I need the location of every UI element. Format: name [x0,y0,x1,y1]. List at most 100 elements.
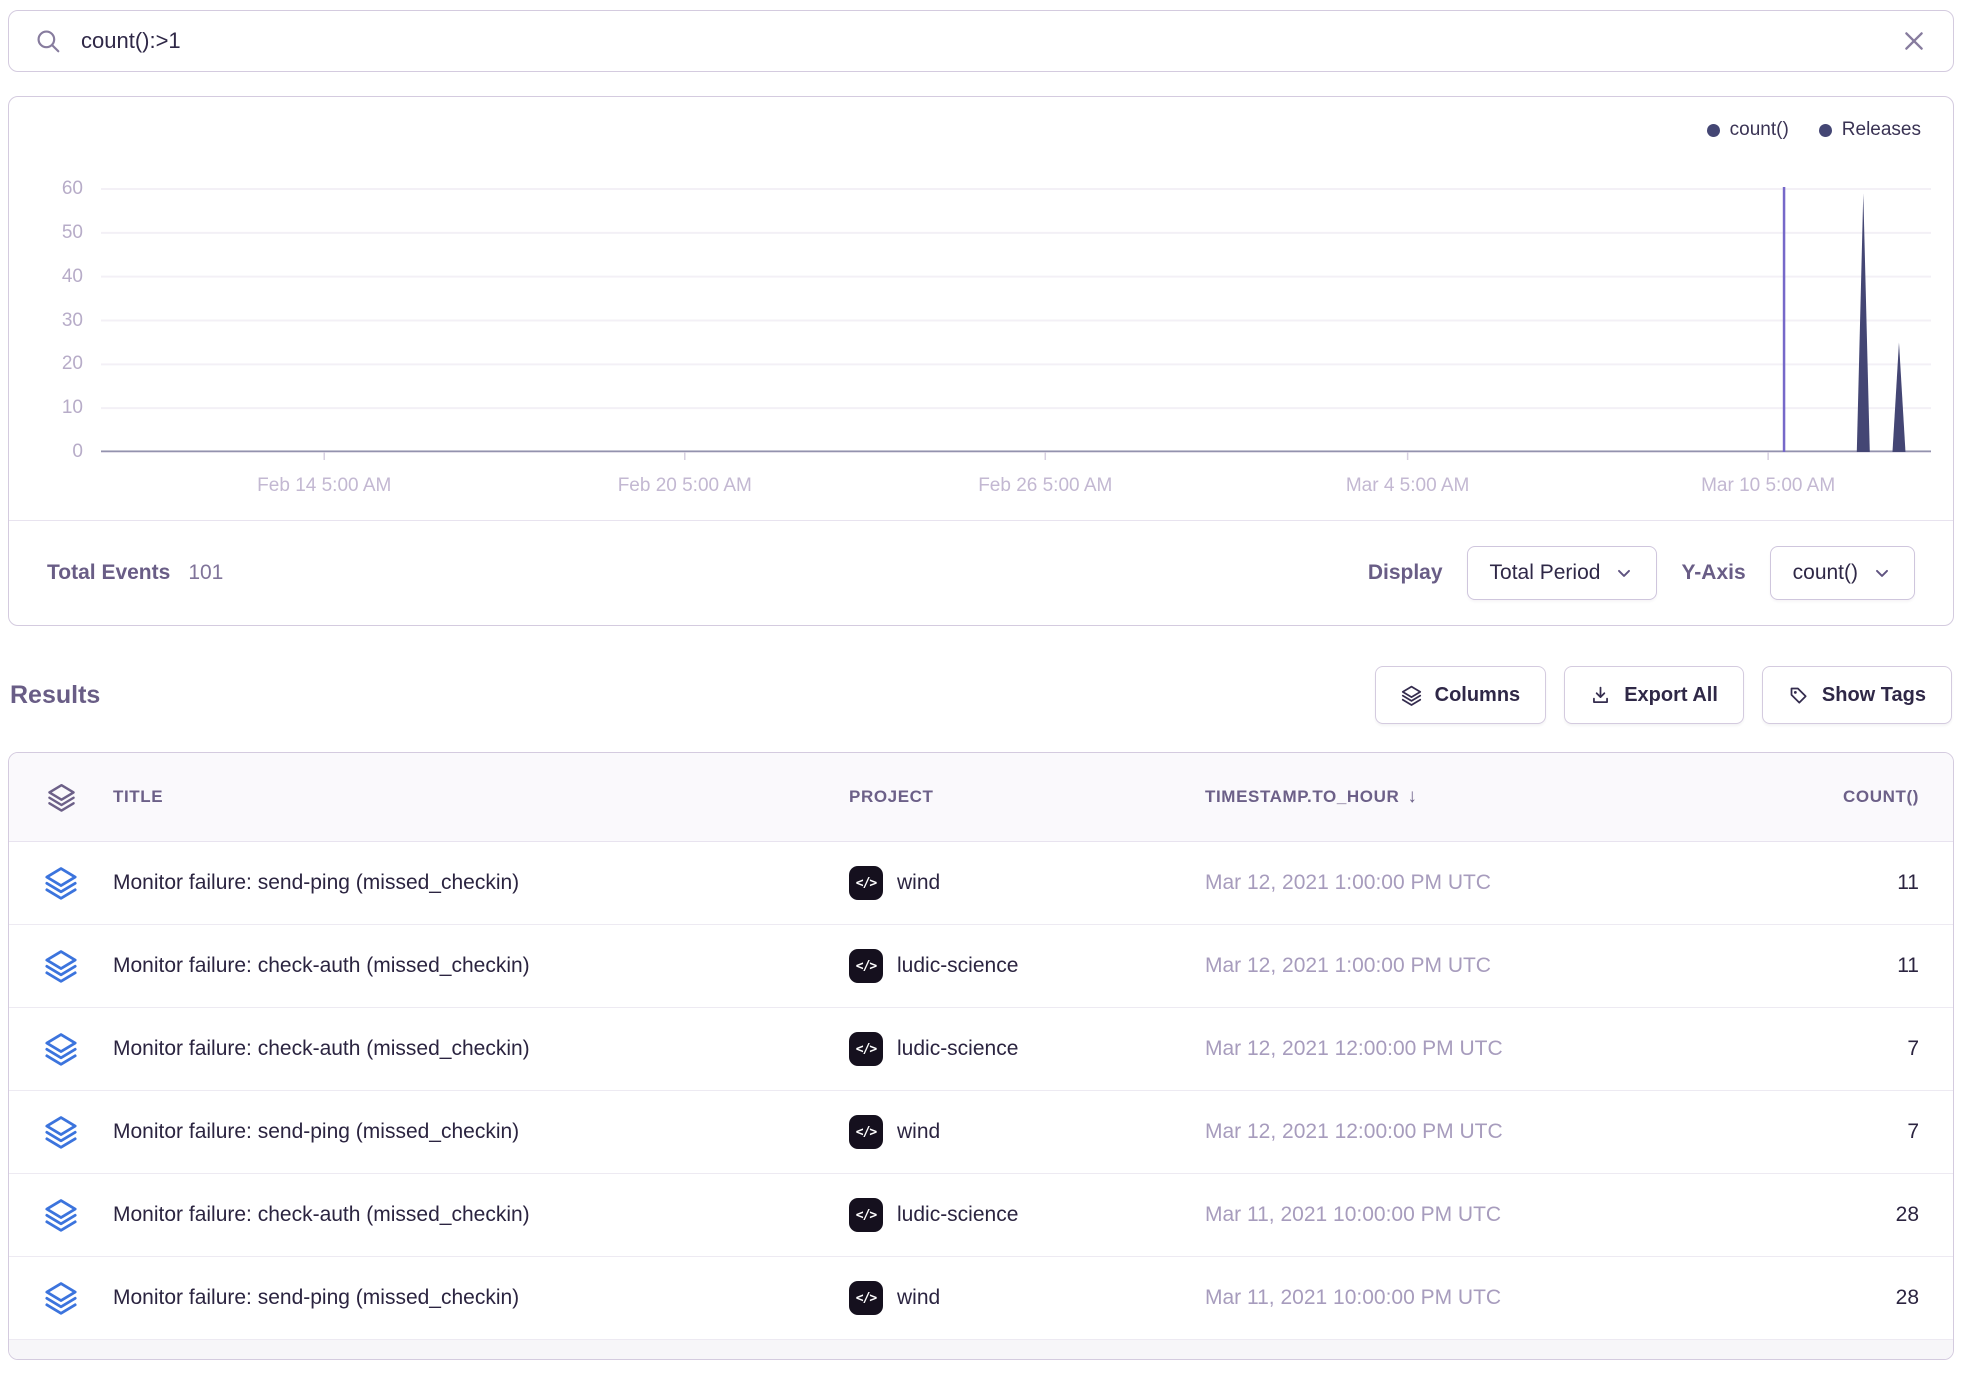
table-header-row: TITLE PROJECT TIMESTAMP.TO_HOUR ↓ COUNT(… [9,753,1953,842]
y-axis-label: 30 [9,309,83,333]
chevron-down-icon [1872,563,1892,583]
project-name: ludic-science [897,954,1018,978]
event-count: 28 [1799,1203,1953,1227]
table-row[interactable]: Monitor failure: send-ping (missed_check… [9,1257,1953,1340]
project-name: wind [897,1286,940,1310]
y-axis-label: 0 [9,440,83,464]
column-header-title[interactable]: TITLE [113,787,849,807]
layers-icon [44,866,78,900]
tag-icon [1788,685,1809,706]
table-row[interactable]: Monitor failure: check-auth (missed_chec… [9,1174,1953,1257]
layers-icon [44,1198,78,1232]
export-all-button[interactable]: Export All [1564,666,1744,724]
results-table: TITLE PROJECT TIMESTAMP.TO_HOUR ↓ COUNT(… [8,752,1954,1360]
search-icon [35,28,61,54]
event-title-link[interactable]: Monitor failure: send-ping (missed_check… [113,871,849,895]
event-timestamp: Mar 12, 2021 1:00:00 PM UTC [1205,871,1491,895]
export-all-button-label: Export All [1624,684,1718,707]
y-axis-label: 60 [9,177,83,201]
layers-icon [44,1032,78,1066]
chart-footer: Total Events 101 Display Total Period Y-… [9,520,1953,625]
project-code-icon: </> [849,1198,883,1232]
x-axis-label: Feb 20 5:00 AM [618,475,752,497]
columns-button[interactable]: Columns [1375,666,1547,724]
project-cell: </> wind [849,1115,1205,1149]
results-heading: Results [10,681,100,710]
yaxis-select[interactable]: count() [1770,546,1915,600]
display-label: Display [1368,561,1443,585]
event-timestamp: Mar 12, 2021 12:00:00 PM UTC [1205,1120,1503,1144]
event-title-link[interactable]: Monitor failure: check-auth (missed_chec… [113,1037,849,1061]
clear-search-icon[interactable] [1901,28,1927,54]
count-spike[interactable] [1892,342,1905,452]
project-cell: </> ludic-science [849,1198,1205,1232]
layers-icon [44,949,78,983]
project-cell: </> wind [849,1281,1205,1315]
project-code-icon: </> [849,949,883,983]
layers-icon[interactable] [47,783,76,812]
total-events-label: Total Events [47,561,170,585]
layers-icon [1401,685,1422,706]
events-chart-card: count() Releases Total Events 101 Displa… [8,96,1954,626]
event-timestamp: Mar 11, 2021 10:00:00 PM UTC [1205,1286,1501,1310]
columns-button-label: Columns [1435,684,1521,707]
event-timestamp: Mar 12, 2021 1:00:00 PM UTC [1205,954,1491,978]
event-timestamp: Mar 11, 2021 10:00:00 PM UTC [1205,1203,1501,1227]
y-axis-label: 20 [9,352,83,376]
chart-plot-area[interactable] [101,151,1931,453]
column-header-project[interactable]: PROJECT [849,787,1205,807]
show-tags-button[interactable]: Show Tags [1762,666,1952,724]
table-row[interactable]: Monitor failure: send-ping (missed_check… [9,1091,1953,1174]
project-name: wind [897,871,940,895]
layers-icon [44,1115,78,1149]
table-row[interactable]: Monitor failure: check-auth (missed_chec… [9,925,1953,1008]
table-body: Monitor failure: send-ping (missed_check… [9,842,1953,1340]
project-cell: </> ludic-science [849,949,1205,983]
project-name: wind [897,1120,940,1144]
project-code-icon: </> [849,1032,883,1066]
event-count: 11 [1799,871,1953,895]
x-axis-label: Mar 4 5:00 AM [1346,475,1470,497]
chart-legend: count() Releases [1707,119,1921,141]
display-select-value: Total Period [1490,561,1601,585]
search-bar[interactable] [8,10,1954,72]
yaxis-label: Y-Axis [1681,561,1745,585]
event-count: 11 [1799,954,1953,978]
table-row[interactable]: Monitor failure: send-ping (missed_check… [9,842,1953,925]
events-chart-svg[interactable] [101,151,1931,453]
download-icon [1590,685,1611,706]
results-header: Results Columns Export All Show Tags [10,662,1952,728]
event-count: 7 [1799,1037,1953,1061]
legend-label-releases: Releases [1842,119,1921,141]
event-title-link[interactable]: Monitor failure: send-ping (missed_check… [113,1120,849,1144]
legend-label-count: count() [1730,119,1789,141]
event-title-link[interactable]: Monitor failure: check-auth (missed_chec… [113,1203,849,1227]
display-select[interactable]: Total Period [1467,546,1658,600]
event-count: 7 [1799,1120,1953,1144]
y-axis-label: 10 [9,396,83,420]
project-cell: </> wind [849,866,1205,900]
x-axis-label: Feb 26 5:00 AM [978,475,1112,497]
project-code-icon: </> [849,1281,883,1315]
project-code-icon: </> [849,866,883,900]
sort-desc-icon: ↓ [1407,786,1417,808]
column-header-timestamp[interactable]: TIMESTAMP.TO_HOUR ↓ [1205,786,1418,808]
yaxis-select-value: count() [1793,561,1858,585]
table-row[interactable]: Monitor failure: check-auth (missed_chec… [9,1008,1953,1091]
legend-item-count[interactable]: count() [1707,119,1789,141]
legend-item-releases[interactable]: Releases [1819,119,1921,141]
event-timestamp: Mar 12, 2021 12:00:00 PM UTC [1205,1037,1503,1061]
x-axis-label: Feb 14 5:00 AM [257,475,391,497]
event-title-link[interactable]: Monitor failure: send-ping (missed_check… [113,1286,849,1310]
event-title-link[interactable]: Monitor failure: check-auth (missed_chec… [113,954,849,978]
legend-dot-count-icon [1707,124,1720,137]
column-header-count[interactable]: COUNT() [1843,787,1953,807]
project-name: ludic-science [897,1203,1018,1227]
legend-dot-releases-icon [1819,124,1832,137]
chevron-down-icon [1614,563,1634,583]
x-axis-label: Mar 10 5:00 AM [1701,475,1835,497]
search-input[interactable] [79,27,1901,55]
event-count: 28 [1799,1286,1953,1310]
layers-icon [44,1281,78,1315]
y-axis-label: 50 [9,221,83,245]
